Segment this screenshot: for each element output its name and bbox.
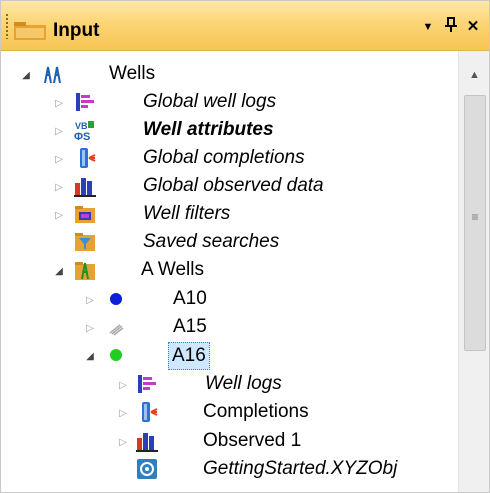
- collapse-icon[interactable]: ◢: [53, 266, 65, 278]
- tree-label: Completions: [203, 401, 309, 422]
- tree-label: Well logs: [205, 373, 282, 394]
- xyz-object-icon: [137, 459, 157, 479]
- expand-icon[interactable]: ▷: [84, 323, 96, 335]
- tree-label: Global completions: [143, 147, 305, 168]
- expand-icon[interactable]: ▷: [117, 408, 129, 420]
- tree-label: Well filters: [143, 203, 231, 224]
- input-panel: Input ▼ ✕ ◢ Wells ▷ Global well logs ▷ V…: [0, 0, 490, 493]
- expand-icon[interactable]: ▷: [53, 126, 65, 138]
- tree-label: Global well logs: [143, 91, 277, 112]
- tree-label: Global observed data: [143, 175, 324, 196]
- tree-label: A15: [173, 316, 207, 337]
- observed-data-icon: [74, 178, 96, 197]
- observed-data-icon: [136, 433, 158, 452]
- panel-title-bar[interactable]: Input ▼ ✕: [1, 1, 489, 51]
- scrollbar-grip-icon: ≡: [471, 210, 479, 224]
- wells-icon: [44, 66, 61, 84]
- folder-icon: [14, 22, 46, 40]
- tree-label: A Wells: [141, 259, 205, 280]
- svg-text:VB: VB: [75, 121, 88, 131]
- well-attributes-icon: VB ΦS: [74, 121, 94, 141]
- tree-label: A10: [173, 288, 207, 309]
- expand-icon[interactable]: ▷: [53, 98, 65, 110]
- blue-dot-icon: [110, 293, 122, 305]
- vertical-scrollbar[interactable]: ▲ ≡: [458, 51, 489, 492]
- completions-icon: [80, 148, 96, 168]
- tree-label: Observed 1: [203, 430, 302, 451]
- collapse-icon[interactable]: ◢: [84, 351, 96, 363]
- saved-searches-icon: [75, 233, 95, 251]
- gray-well-icon: [109, 324, 124, 336]
- well-filters-icon: [75, 206, 95, 223]
- collapse-icon[interactable]: ◢: [20, 70, 32, 82]
- svg-text:ΦS: ΦS: [74, 131, 90, 141]
- green-dot-icon: [110, 349, 122, 361]
- tree-label: Well attributes: [143, 119, 274, 140]
- pin-icon[interactable]: [442, 17, 460, 37]
- well-logs-icon: [76, 93, 94, 111]
- panel-title: Input: [53, 20, 100, 41]
- close-icon[interactable]: ✕: [464, 17, 482, 37]
- tree-label: Saved searches: [143, 231, 280, 252]
- tree-label: Wells: [109, 63, 156, 84]
- expand-icon[interactable]: ▷: [117, 380, 129, 392]
- expand-icon[interactable]: ▷: [53, 154, 65, 166]
- dropdown-icon[interactable]: ▼: [419, 17, 437, 37]
- drag-grip[interactable]: [5, 13, 9, 39]
- tree-label: GettingStarted.XYZObj: [203, 458, 398, 479]
- expand-icon[interactable]: ▷: [84, 295, 96, 307]
- well-folder-icon: [75, 262, 95, 280]
- expand-icon[interactable]: ▷: [53, 182, 65, 194]
- well-logs-icon: [138, 375, 156, 393]
- scroll-up-icon[interactable]: ▲: [459, 51, 489, 93]
- completions-icon: [142, 402, 158, 422]
- tree-label-selected: A16: [168, 342, 210, 370]
- expand-icon[interactable]: ▷: [117, 437, 129, 449]
- scrollbar-thumb[interactable]: ≡: [464, 95, 486, 351]
- expand-icon[interactable]: ▷: [53, 210, 65, 222]
- tree-view: ◢ Wells ▷ Global well logs ▷ VB ΦS Well …: [1, 51, 457, 492]
